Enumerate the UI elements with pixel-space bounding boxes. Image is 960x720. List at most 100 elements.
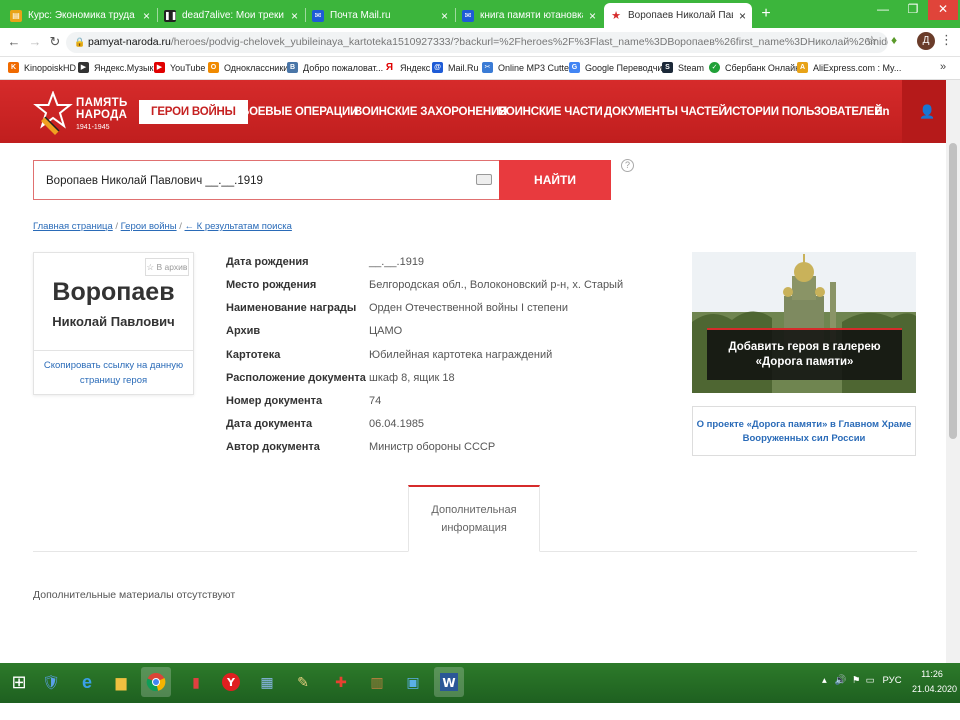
tab-title: Курс: Экономика труда (28, 10, 135, 21)
paint-icon[interactable]: ✎ (288, 667, 318, 697)
forward-icon[interactable]: → (27, 34, 43, 50)
bookmark-item[interactable]: ▶ Яндекс.Музыка (78, 62, 159, 73)
bookmark-favicon-icon: ✓ (709, 62, 720, 73)
defender-shield-icon[interactable]: 🛡 (36, 667, 66, 697)
bookmark-favicon-icon: ▶ (78, 62, 89, 73)
scrollbar-thumb[interactable] (949, 143, 957, 439)
close-icon[interactable]: × (441, 9, 448, 23)
close-window-icon[interactable]: ✕ (928, 0, 958, 20)
bookmark-label: Одноклассники (224, 62, 289, 73)
restore-icon[interactable]: ❐ (898, 0, 928, 20)
control-panel-icon[interactable]: ▦ (252, 667, 282, 697)
breadcrumb-heroes-link[interactable]: Герои войны (121, 221, 177, 232)
svg-text:Y: Y (226, 676, 236, 689)
star-ribbon-logo-icon[interactable] (33, 91, 73, 137)
user-account-button[interactable]: 👤 (902, 80, 946, 143)
back-to-results-link[interactable]: ← К результатам поиска (185, 221, 292, 232)
bookmark-item[interactable]: ✂ Online MP3 Cutter (482, 62, 572, 73)
detail-label: Место рождения (226, 279, 317, 291)
logo-text: НАРОДА (76, 109, 128, 121)
keyboard-language[interactable]: РУС (883, 675, 902, 686)
detail-value: Юбилейная картотека награждений (369, 349, 553, 361)
search-input[interactable]: Воропаев Николай Павлович __.__.1919 (33, 160, 499, 200)
back-icon[interactable]: ← (6, 34, 22, 50)
bookmarks-more-icon[interactable]: » (940, 61, 946, 73)
browser-tab[interactable]: ✉ книга памяти ютановка.doc - П × (456, 3, 602, 28)
keyboard-icon[interactable] (476, 174, 492, 185)
scissors-icon: ✂ (482, 62, 493, 73)
browser-tab-active[interactable]: ★ Воропаев Николай Павлович, 19 × (604, 3, 752, 28)
bookmark-item[interactable]: G Google Переводчик (569, 62, 666, 73)
volume-icon[interactable]: 🔊 (835, 675, 847, 686)
tab-additional-info[interactable]: Дополнительная информация (408, 485, 540, 552)
detail-value: __.__.1919 (369, 256, 425, 268)
file-explorer-icon[interactable]: ▆ (106, 667, 136, 697)
new-tab-button[interactable]: + (757, 3, 775, 25)
detail-value: ЦАМО (369, 325, 403, 337)
close-icon[interactable]: × (143, 9, 150, 23)
copy-link-button[interactable]: Скопировать ссылку на данную страницу ге… (33, 350, 194, 395)
browser-tab-strip: ▤ Курс: Экономика труда × ❚❚ dead7alive:… (0, 0, 960, 28)
add-to-archive-button[interactable]: ☆ В архив (145, 258, 189, 276)
nav-language[interactable]: En (863, 100, 901, 124)
tab-favicon-icon: ✉ (462, 9, 474, 22)
extension-icon[interactable]: ♦ (891, 33, 897, 47)
detail-value: 74 (369, 395, 382, 407)
bookmark-item[interactable]: В Добро пожаловат... (287, 62, 383, 73)
tab-favicon-icon: ▤ (10, 9, 22, 22)
tab-favicon-icon: ★ (611, 9, 621, 22)
browser-menu-icon[interactable]: ⋮ (940, 32, 953, 48)
profile-avatar[interactable]: Д (917, 32, 935, 50)
start-windows-icon[interactable]: ⊞ (4, 667, 34, 697)
detail-value: Белгородская обл., Волоконовский р-н, х.… (369, 279, 624, 291)
archive-app-icon[interactable]: ▥ (362, 667, 392, 697)
about-project-link[interactable]: О проекте «Дорога памяти» в Главном Храм… (692, 406, 916, 456)
bookmarks-bar: K KinopoiskHD ▶ Яндекс.Музыка ▶ YouTube О Од… (0, 57, 960, 80)
internet-explorer-icon[interactable]: e (72, 667, 102, 697)
close-icon[interactable]: × (291, 9, 298, 23)
bookmark-item[interactable]: Я Яндекс (384, 62, 430, 73)
url-input[interactable]: 🔒 pamyat-naroda.ru/heroes/podvig-chelove… (66, 32, 888, 53)
logo-text: ПАМЯТЬ (76, 97, 128, 109)
detail-label: Архив (226, 325, 261, 337)
chevron-up-icon[interactable]: ▴ (822, 675, 827, 686)
bookmark-star-icon[interactable]: ☆ (866, 33, 878, 49)
network-icon[interactable]: ▭ (866, 675, 875, 686)
breadcrumb-separator: / (176, 221, 185, 232)
bookmark-item[interactable]: О Одноклассники (208, 62, 288, 73)
photos-icon[interactable]: ▣ (398, 667, 428, 697)
reload-icon[interactable]: ↻ (47, 34, 63, 50)
app-icon[interactable]: ▮ (181, 667, 211, 697)
bookmark-item[interactable]: A AliExpress.com : My... (797, 62, 901, 73)
bookmark-item[interactable]: K KinopoiskHD (8, 62, 76, 73)
detail-label: Картотека (226, 349, 281, 361)
bookmark-favicon-icon: K (8, 62, 19, 73)
bookmark-favicon-icon: В (287, 62, 298, 73)
clock-time[interactable]: 11:26 (912, 669, 952, 679)
flag-icon[interactable]: ⚑ (852, 675, 861, 686)
bookmark-item[interactable]: ✓ Сбербанк Онлайн (709, 62, 800, 73)
url-host: pamyat-naroda.ru (88, 36, 171, 48)
close-icon[interactable]: × (589, 9, 596, 23)
bookmark-item[interactable]: ▶ YouTube (154, 62, 205, 73)
breadcrumb-home-link[interactable]: Главная страница (33, 221, 113, 232)
browser-tab[interactable]: ▤ Курс: Экономика труда × (4, 3, 156, 28)
system-tray: ▴ 🔊 ⚑ ▭ РУС (822, 675, 902, 686)
bookmark-label: Добро пожаловат... (303, 62, 384, 73)
bookmark-label: AliExpress.com : My... (813, 62, 902, 73)
add-to-gallery-link[interactable]: Добавить героя в галерею «Дорога памяти» (707, 340, 902, 370)
bookmark-item[interactable]: @ Mail.Ru (432, 62, 479, 73)
bookmark-item[interactable]: S Steam (662, 62, 704, 73)
app-icon[interactable]: ✚ (326, 667, 356, 697)
browser-tab[interactable]: ✉ Почта Mail.ru × (306, 3, 454, 28)
bookmark-label: Google Переводчик (585, 62, 667, 73)
browser-tab[interactable]: ❚❚ dead7alive: Мои треки на Янде × (158, 3, 304, 28)
yandex-browser-icon[interactable]: Y (216, 667, 246, 697)
word-icon[interactable]: W (434, 667, 464, 697)
clock-date[interactable]: 21.04.2020 (912, 684, 957, 694)
minimize-icon[interactable]: — (868, 0, 898, 20)
help-icon[interactable]: ? (621, 159, 634, 172)
chrome-icon[interactable] (141, 667, 171, 697)
search-button[interactable]: НАЙТИ (499, 160, 611, 200)
close-icon[interactable]: × (739, 9, 746, 23)
